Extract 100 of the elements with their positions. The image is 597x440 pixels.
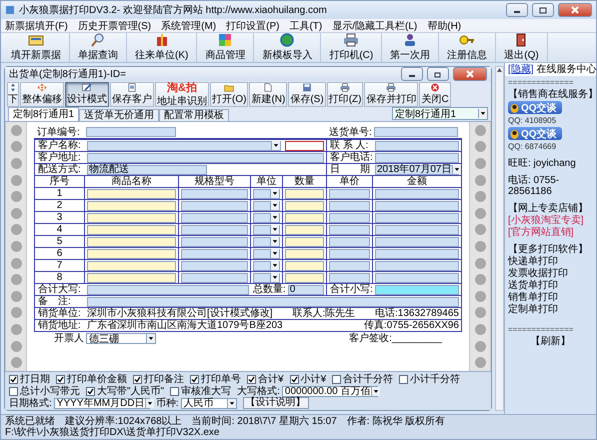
input-field[interactable]: [285, 248, 324, 258]
checkbox-option[interactable]: 合计¥: [247, 373, 284, 385]
checkbox-option[interactable]: 打印备注: [133, 373, 184, 385]
restore-button[interactable]: [427, 67, 449, 81]
template-dropdown[interactable]: 定制8行通用1: [392, 107, 488, 120]
unit-dropdown[interactable]: [253, 248, 280, 258]
menu-item[interactable]: 显示/隐藏工具栏(L): [332, 18, 418, 32]
input-field[interactable]: [285, 140, 324, 150]
toolbar-button[interactable]: 淘&拍 地址串识别: [155, 82, 209, 107]
input-field[interactable]: 0: [288, 284, 324, 294]
checkbox[interactable]: [332, 374, 342, 384]
toolbar-button[interactable]: 往来单位(K): [127, 33, 198, 62]
input-field[interactable]: [329, 224, 370, 234]
input-field[interactable]: [87, 236, 176, 246]
toolbar-button[interactable]: 保存并打印: [364, 82, 418, 107]
input-field[interactable]: [87, 212, 176, 222]
input-field[interactable]: [329, 248, 370, 258]
tab[interactable]: 配置常用模板: [159, 109, 230, 121]
checkbox-option[interactable]: 总计小写带元: [9, 385, 80, 397]
input-field[interactable]: [87, 200, 176, 210]
input-field[interactable]: [329, 260, 370, 270]
toolbar-button[interactable]: 保存(S): [288, 82, 326, 107]
toolbar-button[interactable]: 打开(O): [210, 82, 248, 107]
checkbox-option[interactable]: 合计千分符: [332, 373, 394, 385]
checkbox[interactable]: [170, 386, 180, 396]
design-help-button[interactable]: 【设计说明】: [242, 397, 309, 409]
toolbar-button[interactable]: 第一次用: [382, 33, 440, 62]
unit-dropdown[interactable]: [253, 272, 280, 282]
checkbox-option[interactable]: 小计千分符: [399, 373, 460, 385]
toolbar-button[interactable]: 商品管理: [197, 33, 254, 62]
menu-item[interactable]: 帮助(H): [427, 18, 462, 32]
unit-dropdown[interactable]: [253, 188, 280, 198]
input-field[interactable]: [87, 296, 459, 306]
toolbar-button[interactable]: 退出(Q): [496, 33, 548, 62]
menu-item[interactable]: 新票据填开(F): [5, 18, 68, 32]
input-field[interactable]: [181, 212, 248, 222]
input-field[interactable]: [86, 127, 176, 137]
input-field[interactable]: [285, 260, 324, 270]
menu-item[interactable]: 系统管理(M): [161, 18, 216, 32]
input-field[interactable]: [87, 224, 176, 234]
input-field[interactable]: [181, 200, 248, 210]
tab[interactable]: 送货单无价通用: [79, 109, 160, 121]
toolbar-button[interactable]: 注册信息: [439, 33, 496, 62]
checkbox-option[interactable]: 打印单价金额: [56, 373, 127, 385]
input-field[interactable]: [375, 140, 459, 150]
tab[interactable]: 定制8行通用1: [8, 107, 80, 121]
input-field[interactable]: [181, 260, 248, 270]
input-field[interactable]: [329, 200, 370, 210]
input-field[interactable]: [375, 224, 459, 234]
unit-dropdown[interactable]: [253, 200, 280, 210]
input-field[interactable]: [87, 284, 249, 294]
input-field[interactable]: [181, 224, 248, 234]
checkbox[interactable]: [56, 374, 65, 384]
input-field[interactable]: [285, 200, 324, 210]
format-dropdown[interactable]: 0000000.00 百万佰: [282, 386, 378, 396]
input-field[interactable]: [375, 272, 459, 282]
checkbox[interactable]: [86, 386, 95, 396]
scrollbar[interactable]: [495, 66, 504, 411]
input-field[interactable]: [329, 188, 370, 198]
toolbar-button[interactable]: 打印机(C): [321, 33, 382, 62]
minimize-button[interactable]: [506, 3, 528, 17]
input-field[interactable]: [329, 212, 370, 222]
input-field[interactable]: [181, 188, 248, 198]
input-field[interactable]: [181, 248, 248, 258]
input-field[interactable]: [375, 188, 459, 198]
input-field[interactable]: [87, 248, 176, 258]
input-field[interactable]: [285, 224, 324, 234]
toolbar-button[interactable]: 关闭C: [419, 82, 451, 107]
format-dropdown[interactable]: 人民币: [180, 398, 237, 408]
issuer-dropdown[interactable]: 德三硼: [86, 333, 156, 344]
checkbox[interactable]: [399, 374, 408, 384]
chat-button[interactable]: QQ交谈: [508, 127, 562, 140]
toolbar-button[interactable]: 单据查询: [70, 33, 127, 62]
toolbar-button[interactable]: 下: [7, 82, 19, 107]
input-field[interactable]: [87, 260, 176, 270]
unit-dropdown[interactable]: [253, 260, 280, 270]
toolbar-button[interactable]: 保存客户: [110, 82, 154, 107]
toolbar-button[interactable]: 整体偏移: [20, 82, 64, 107]
input-field[interactable]: [87, 140, 281, 150]
input-field[interactable]: [375, 152, 459, 162]
input-field[interactable]: [329, 236, 370, 246]
input-field[interactable]: [285, 272, 324, 282]
checkbox[interactable]: [9, 374, 18, 384]
checkbox[interactable]: [133, 374, 142, 384]
checkbox[interactable]: [290, 374, 299, 384]
hide-link[interactable]: [隐藏]: [508, 64, 534, 75]
checkbox-option[interactable]: 大写带"人民币": [86, 385, 164, 397]
chat-button[interactable]: QQ交谈: [508, 101, 562, 114]
input-field[interactable]: [285, 212, 324, 222]
input-field[interactable]: [375, 236, 459, 246]
input-field[interactable]: [87, 188, 176, 198]
input-field[interactable]: [374, 127, 458, 137]
close-button[interactable]: [558, 3, 592, 17]
input-field[interactable]: [329, 272, 370, 282]
minimize-button[interactable]: [401, 67, 423, 81]
checkbox-option[interactable]: 审核准大写: [170, 385, 232, 397]
input-field[interactable]: [285, 188, 324, 198]
input-field[interactable]: [375, 284, 459, 294]
toolbar-button[interactable]: 新模板导入: [254, 33, 322, 62]
unit-dropdown[interactable]: [253, 236, 280, 246]
